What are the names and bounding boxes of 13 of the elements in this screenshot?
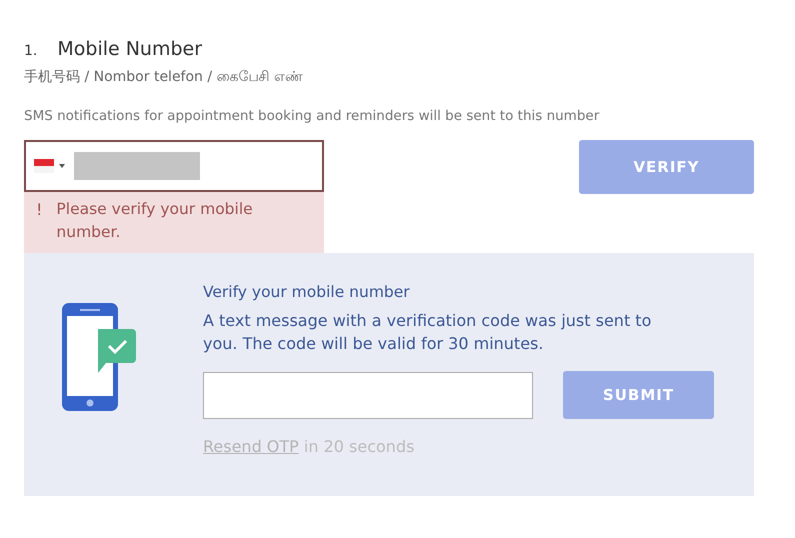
otp-title: Verify your mobile number xyxy=(203,283,411,301)
warning-icon: ! xyxy=(36,198,42,244)
phone-field[interactable] xyxy=(24,140,324,192)
section-subtitle: 手机号码 / Nombor telefon / கைபேசி எண் xyxy=(24,68,304,86)
resend-countdown: in 20 seconds xyxy=(304,437,414,456)
flag-icon xyxy=(34,159,54,173)
section-number: 1. xyxy=(24,43,38,59)
caret-icon[interactable] xyxy=(59,164,65,168)
otp-message: A text message with a verification code was just sent to you. The code will be valid for 30 minutes. xyxy=(203,310,652,355)
error-message: Please verify your mobile number. xyxy=(56,199,254,243)
otp-field[interactable] xyxy=(203,372,533,418)
section-title: Mobile Number xyxy=(57,38,202,60)
hint-text: SMS notifications for appointment booking and reminders will be sent to this number xyxy=(24,108,600,124)
